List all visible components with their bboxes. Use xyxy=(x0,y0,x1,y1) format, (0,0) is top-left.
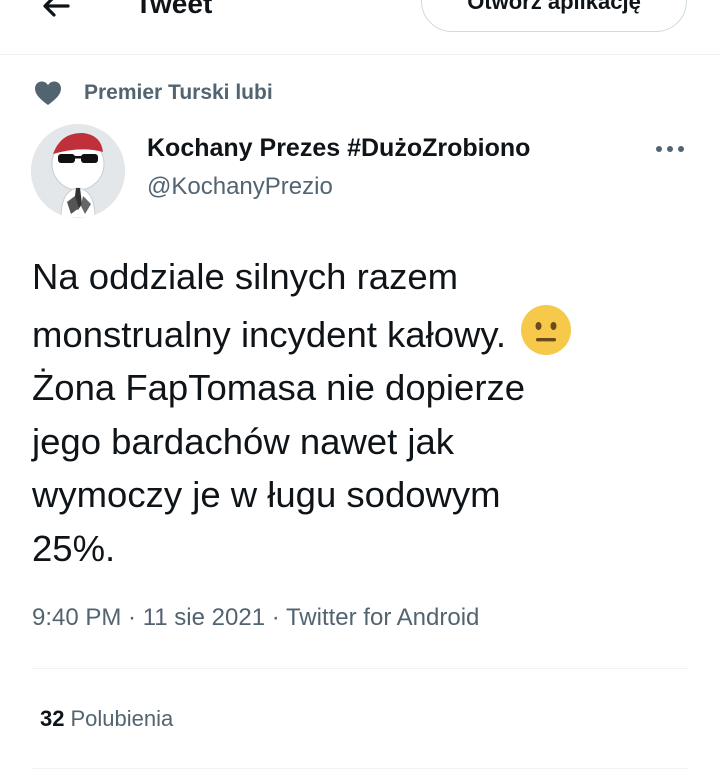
meta-separator: · xyxy=(121,604,143,631)
meta-separator: · xyxy=(265,604,286,631)
tweet-time[interactable]: 9:40 PM xyxy=(32,604,121,631)
social-context: Premier Turski lubi xyxy=(34,78,273,108)
back-button[interactable] xyxy=(38,0,74,24)
tweet-text: Na oddziale silnych razem monstrualny in… xyxy=(32,250,702,575)
neutral-face-emoji xyxy=(521,304,572,355)
author-name[interactable]: Kochany Prezes #DużoZrobiono xyxy=(147,134,530,163)
tweet-line: 25%. xyxy=(32,527,116,569)
tweet-meta: 9:40 PM · 11 sie 2021 · Twitter for Andr… xyxy=(32,604,479,632)
more-horizontal-icon[interactable] xyxy=(655,138,685,160)
tweet-line: monstrualny incydent kałowy. xyxy=(32,313,507,355)
tweet-line: Żona FapTomasa nie dopierze xyxy=(32,367,526,408)
tweet-line: wymoczy je w ługu sodowym xyxy=(32,474,501,515)
top-bar: Tweet Otwórz aplikację xyxy=(0,0,720,55)
tweet-date[interactable]: 11 sie 2021 xyxy=(143,604,265,631)
open-app-button[interactable]: Otwórz aplikację xyxy=(421,0,687,32)
tweet-line: jego bardachów nawet jak xyxy=(32,420,455,462)
tweet-line-with-emoji: monstrualny incydent kałowy. xyxy=(32,304,702,362)
avatar-image xyxy=(31,124,125,218)
likes-label: Polubienia xyxy=(70,706,174,731)
tweet-line: Na oddziale silnych razem xyxy=(32,256,459,297)
author-handle[interactable]: @KochanyPrezio xyxy=(147,173,333,201)
tweet-source[interactable]: Twitter for Android xyxy=(286,604,479,631)
divider xyxy=(32,768,688,769)
arrow-left-icon xyxy=(43,0,70,17)
heart-icon xyxy=(35,81,61,105)
divider xyxy=(32,668,688,669)
page-title: Tweet xyxy=(135,0,213,19)
avatar[interactable] xyxy=(31,124,125,218)
likes-count: 32 xyxy=(40,706,65,731)
likes-stat[interactable]: 32 Polubienia xyxy=(40,706,173,732)
social-context-text: Premier Turski lubi xyxy=(84,81,273,104)
